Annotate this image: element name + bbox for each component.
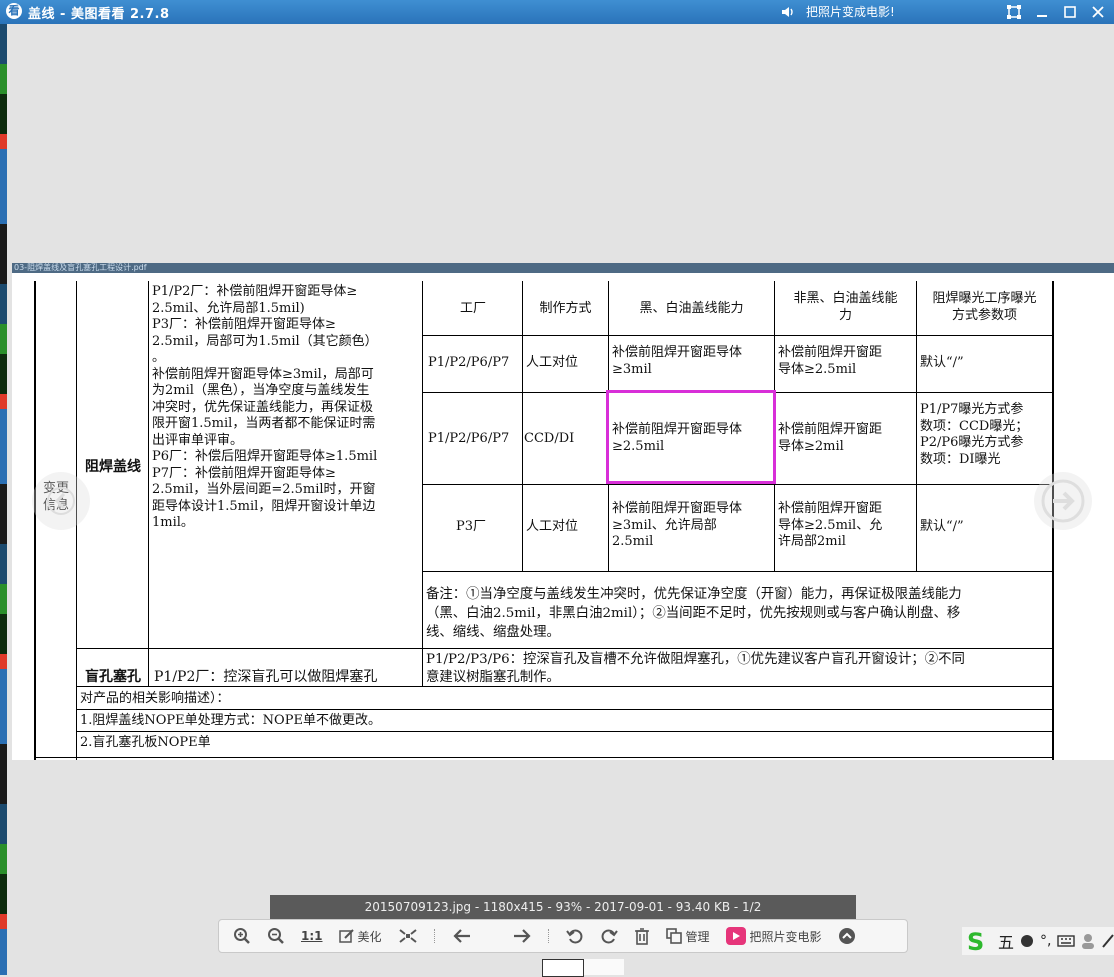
magenta-highlight-box	[606, 390, 776, 484]
movie-button[interactable]: 把照片变电影	[725, 919, 822, 953]
beautify-button[interactable]: 美化	[338, 919, 382, 953]
window-title: 盖线 - 美图看看 2.7.8	[28, 7, 170, 22]
zoom-in-icon	[234, 928, 250, 944]
header-factory: 工厂	[459, 301, 486, 316]
expand-icon	[398, 929, 417, 943]
ime-punct[interactable]: °,	[1040, 933, 1051, 949]
fullscreen-button[interactable]	[1004, 2, 1024, 22]
user-icon[interactable]	[1081, 933, 1095, 949]
sogou-logo-icon: S	[967, 929, 984, 953]
speaker-icon[interactable]	[780, 4, 796, 20]
table-row: P3厂	[456, 519, 487, 534]
header-method: 制作方式	[539, 301, 592, 316]
arrow-right-icon	[513, 929, 531, 943]
next-image-button[interactable]	[1034, 472, 1092, 530]
trash-icon	[634, 928, 649, 945]
header-non-black: 非黑、白油盖线能力	[793, 291, 898, 323]
minimize-button[interactable]	[1032, 2, 1052, 22]
fullscreen-view-button[interactable]	[398, 919, 418, 953]
table-cell: 补偿前阻焊开窗距 导体≥2.5mil、允 许局部2mil	[778, 501, 883, 549]
promo-banner[interactable]: 把照片变成电影!	[780, 3, 895, 20]
title-bar: 看 盖线 - 美图看看 2.7.8 把照片变成电影!	[0, 0, 1114, 24]
table-cell: 默认“/”	[920, 519, 964, 534]
thumbnail-next[interactable]	[584, 959, 624, 975]
close-button[interactable]	[1088, 2, 1108, 22]
blind-via-detail: P1/P2/P3/P6：控深盲孔及盲槽不允许做阻焊塞孔，①优先建议客户盲孔开窗设…	[426, 652, 965, 685]
delete-button[interactable]	[634, 919, 650, 953]
actual-size-button[interactable]: 1:1	[301, 919, 323, 953]
rotate-left-icon	[565, 929, 582, 944]
rotate-right-button[interactable]	[600, 919, 618, 953]
next-button[interactable]	[512, 919, 532, 953]
solder-mask-section-label: 阻焊盖线	[85, 459, 141, 475]
maximize-button[interactable]	[1060, 2, 1080, 22]
image-viewport[interactable]: 03-阻焊盖线及盲孔塞孔工程设计.pdf 变更信息 阻焊盖线 P1/P2厂：补偿…	[12, 263, 1114, 760]
zoom-in-button[interactable]	[233, 919, 251, 953]
rotate-left-button[interactable]	[565, 919, 584, 953]
app-logo-icon: 看	[6, 3, 22, 19]
solder-mask-description: P1/P2厂：补偿前阻焊开窗距导体≥ 2.5mil、允许局部1.5mil) P3厂：…	[152, 284, 378, 530]
fullscreen-icon	[1007, 5, 1021, 19]
dot-icon[interactable]	[1020, 934, 1034, 948]
ime-mode[interactable]: 五	[998, 929, 1014, 953]
manage-icon	[665, 928, 682, 944]
previous-button[interactable]	[452, 919, 472, 953]
image-info-bar: 20150709123.jpg - 1180x415 - 93% - 2017-…	[270, 895, 856, 919]
promo-text[interactable]: 把照片变成电影!	[806, 3, 895, 20]
movie-icon	[725, 927, 746, 945]
beautify-label: 美化	[357, 929, 382, 944]
table-row: P1/P2/P6/P7	[428, 355, 510, 370]
bottom-toolbar: 1:1 美化 管理 把照片变电影	[218, 919, 908, 953]
rotate-right-icon	[601, 929, 618, 944]
table-cell: 补偿前阻焊开窗距导体 ≥3mil	[612, 345, 743, 377]
table-row: P1/P2/P6/P7	[428, 431, 510, 446]
arrow-left-icon	[452, 929, 470, 943]
table-cell: 人工对位	[526, 355, 579, 370]
background-window-strip	[0, 24, 7, 975]
blind-via-description: P1/P2厂：控深盲孔可以做阻焊塞孔	[154, 669, 378, 685]
movie-label: 把照片变电影	[749, 929, 822, 944]
impact-line-2: 2.盲孔塞孔板NOPE单	[80, 735, 211, 750]
arrow-right-icon	[1041, 479, 1085, 523]
svg-text:S: S	[967, 929, 984, 953]
zoom-out-icon	[268, 928, 284, 944]
document-table: 变更信息 阻焊盖线 P1/P2厂：补偿前阻焊开窗距导体≥ 2.5mil、允许局部1…	[34, 281, 1054, 760]
manage-label: 管理	[685, 929, 710, 944]
minimize-icon	[1037, 15, 1047, 17]
settings-icon[interactable]	[1101, 933, 1114, 949]
ime-toolbar[interactable]: S 五 °,	[962, 927, 1114, 955]
impact-line-1: 1.阻焊盖线NOPE单处理方式：NOPE单不做更改。	[80, 713, 381, 728]
collapse-button[interactable]	[838, 919, 856, 953]
blind-via-section-label: 盲孔塞孔	[85, 669, 141, 685]
header-black-white: 黑、白油盖线能力	[639, 301, 744, 316]
pdf-tab-label: 03-阻焊盖线及盲孔塞孔工程设计.pdf	[12, 263, 1114, 273]
table-cell: 补偿前阻焊开窗距导体≥2.5mil	[778, 345, 883, 377]
table-cell: 补偿前阻焊开窗距导体 ≥3mil、允许局部 2.5mil	[612, 501, 743, 549]
zoom-out-button[interactable]	[267, 919, 285, 953]
table-cell: P1/P7曝光方式参 数项：CCD曝光； P2/P6曝光方式参 数项：DI曝光	[920, 402, 1029, 467]
previous-image-button[interactable]	[32, 472, 90, 530]
table-cell: 默认“/”	[920, 355, 964, 370]
chevron-up-icon	[838, 928, 855, 944]
manage-button[interactable]: 管理	[665, 919, 710, 953]
arrow-left-icon	[47, 487, 75, 515]
header-exposure: 阻焊曝光工序曝光 方式参数项	[932, 291, 1037, 323]
edit-icon	[338, 929, 354, 943]
maximize-icon	[1064, 6, 1076, 18]
table-cell: 补偿前阻焊开窗距 导体≥2mil	[778, 422, 883, 454]
keyboard-icon[interactable]	[1057, 935, 1076, 947]
table-cell: 人工对位	[526, 519, 579, 534]
thumbnail-current[interactable]	[542, 959, 584, 977]
table-cell: CCD/DI	[524, 431, 575, 446]
close-icon	[1092, 6, 1104, 18]
table-note: 备注：①当净空度与盖线发生冲突时，优先保证净空度（开窗）能力，再保证极限盖线能力…	[426, 587, 962, 640]
impact-title: 对产品的相关影响描述）：	[80, 691, 230, 706]
